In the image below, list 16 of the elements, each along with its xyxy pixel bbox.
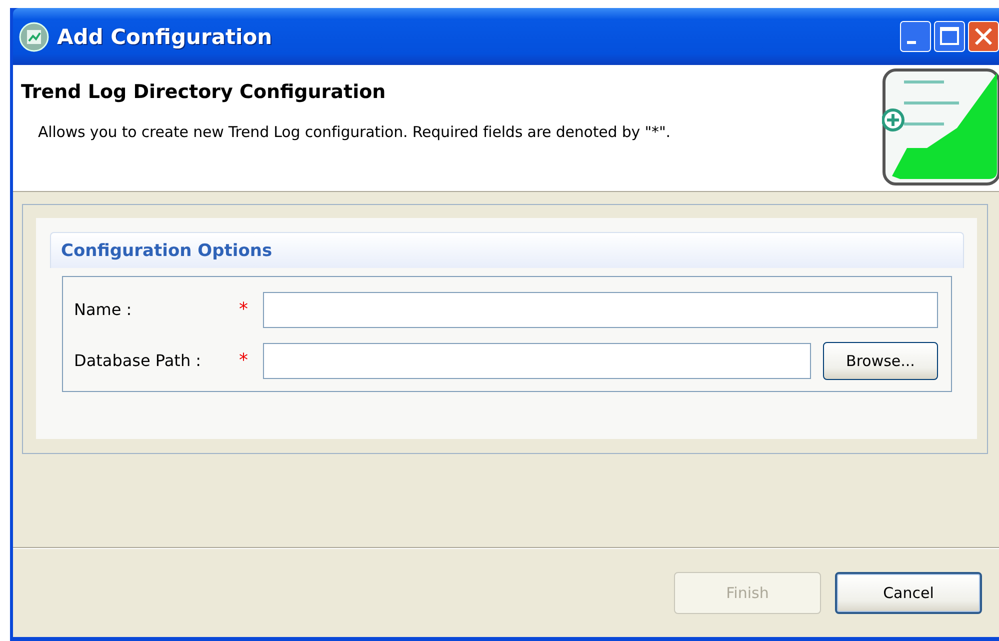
field-label: Name :: [74, 300, 133, 319]
path-field[interactable]: [263, 342, 811, 378]
field-label: Database Path :: [74, 351, 202, 370]
close-icon[interactable]: [968, 21, 999, 52]
maximize-icon[interactable]: [934, 21, 965, 52]
required-marker: *: [239, 350, 249, 371]
app-icon: [19, 22, 49, 52]
dialog-button[interactable]: Cancel: [835, 572, 982, 614]
page-title: Trend Log Directory Configuration: [21, 81, 387, 103]
section-title: Configuration Options: [61, 240, 272, 260]
input-field[interactable]: [263, 292, 938, 328]
window-title: Add Configuration: [57, 24, 274, 48]
minimize-icon[interactable]: [900, 21, 931, 52]
page-description: Allows you to create new Trend Log configuration. Required fields are denoted by "*".: [38, 123, 672, 141]
browse-button[interactable]: Browse...: [823, 342, 938, 380]
required-marker: *: [239, 299, 249, 320]
